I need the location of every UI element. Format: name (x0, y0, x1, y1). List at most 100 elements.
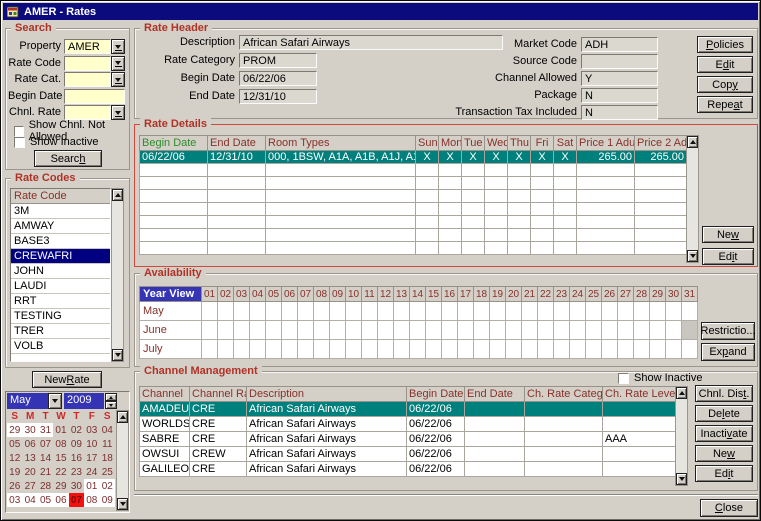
year-down-button[interactable] (105, 401, 117, 409)
availability-cell[interactable] (506, 302, 522, 321)
availability-cell[interactable] (218, 321, 234, 340)
availability-cell[interactable] (346, 302, 362, 321)
availability-cell[interactable] (650, 340, 666, 359)
availability-cell[interactable] (682, 302, 698, 321)
search-field-begin-date[interactable] (64, 89, 125, 104)
availability-cell[interactable] (282, 321, 298, 340)
channel-chnl-dist-button[interactable]: Chnl. Dist. (695, 385, 753, 402)
availability-cell[interactable] (394, 340, 410, 359)
rate-code-item-crewafri[interactable]: CREWAFRI (11, 249, 110, 264)
show-chnl-not-allowed-checkbox[interactable] (14, 126, 24, 137)
availability-cell[interactable] (234, 340, 250, 359)
search-field-chnl-rate[interactable] (64, 105, 111, 120)
availability-cell[interactable] (554, 302, 570, 321)
availability-cell[interactable] (602, 321, 618, 340)
edit-button[interactable]: Edit (697, 56, 753, 73)
rate-details-scrollbar[interactable] (686, 135, 699, 263)
calendar-day[interactable]: 09 (69, 437, 84, 451)
rate-header-field-end-date[interactable]: 12/31/10 (239, 89, 317, 104)
calendar-month-select[interactable]: May (7, 393, 48, 409)
availability-cell[interactable] (298, 302, 314, 321)
availability-cell[interactable] (314, 321, 330, 340)
calendar-day[interactable]: 19 (7, 465, 22, 479)
availability-cell[interactable] (490, 302, 506, 321)
year-up-button[interactable] (105, 393, 117, 401)
availability-cell[interactable] (250, 302, 266, 321)
availability-cell[interactable] (522, 340, 538, 359)
availability-cell[interactable] (650, 302, 666, 321)
rate-cat-lov-button[interactable] (111, 72, 125, 87)
calendar-day[interactable]: 12 (7, 451, 22, 465)
calendar-day[interactable]: 11 (100, 437, 115, 451)
calendar-day[interactable]: 22 (53, 465, 68, 479)
availability-cell[interactable] (634, 340, 650, 359)
availability-cell[interactable] (378, 302, 394, 321)
calendar-day[interactable]: 14 (38, 451, 53, 465)
search-button[interactable]: Search (34, 150, 102, 167)
availability-cell[interactable] (202, 302, 218, 321)
availability-cell[interactable] (618, 340, 634, 359)
availability-cell[interactable] (202, 340, 218, 359)
availability-cell[interactable] (234, 302, 250, 321)
availability-cell[interactable] (266, 321, 282, 340)
availability-cell[interactable] (442, 302, 458, 321)
availability-cell[interactable] (426, 340, 442, 359)
availability-cell[interactable] (458, 302, 474, 321)
availability-cell[interactable] (394, 302, 410, 321)
scroll-up-button[interactable] (676, 387, 687, 399)
search-field-rate-cat[interactable] (64, 72, 111, 87)
availability-cell[interactable] (490, 340, 506, 359)
availability-cell[interactable] (474, 321, 490, 340)
calendar-day[interactable]: 03 (7, 493, 22, 507)
availability-cell[interactable] (618, 321, 634, 340)
availability-cell[interactable] (266, 340, 282, 359)
availability-cell[interactable] (586, 340, 602, 359)
scroll-down-button[interactable] (676, 473, 687, 485)
scroll-down-button[interactable] (112, 349, 123, 361)
channel-scrollbar[interactable] (675, 386, 688, 486)
rate-details-row[interactable]: 06/22/0612/31/10000, 1BSW, A1A, A1B, A1J… (140, 151, 687, 164)
calendar-scroll-up[interactable] (117, 411, 128, 423)
new-rate-button[interactable]: New Rate (32, 371, 102, 388)
channel-edit-button[interactable]: Edit (695, 465, 753, 482)
calendar-day[interactable]: 07 (38, 437, 53, 451)
availability-cell[interactable] (298, 340, 314, 359)
rate-code-item-trer[interactable]: TRER (11, 324, 110, 339)
availability-cell[interactable] (298, 321, 314, 340)
availability-cell[interactable] (682, 321, 698, 340)
chnl-rate-lov-button[interactable] (111, 105, 125, 120)
channel-delete-button[interactable]: Delete (695, 405, 753, 422)
availability-cell[interactable] (218, 302, 234, 321)
channel-row-owsui[interactable]: OWSUICREWAfrican Safari Airways06/22/06 (140, 447, 676, 462)
availability-cell[interactable] (634, 321, 650, 340)
calendar-day[interactable]: 03 (84, 423, 99, 437)
property-lov-button[interactable] (111, 39, 125, 54)
availability-cell[interactable] (266, 302, 282, 321)
calendar-day[interactable]: 13 (22, 451, 37, 465)
calendar-day[interactable]: 05 (38, 493, 53, 507)
availability-cell[interactable] (378, 321, 394, 340)
calendar-day[interactable]: 23 (69, 465, 84, 479)
channel-inactivate-button[interactable]: Inactivate (695, 425, 753, 442)
availability-cell[interactable] (650, 321, 666, 340)
rate-code-item-3m[interactable]: 3M (11, 204, 110, 219)
calendar-year-field[interactable]: 2009 (64, 393, 104, 409)
availability-cell[interactable] (202, 321, 218, 340)
rate-header-field-rate-category[interactable]: PROM (239, 53, 317, 68)
availability-cell[interactable] (522, 321, 538, 340)
rate-details-empty-row[interactable] (140, 190, 687, 203)
channel-row-worldspa[interactable]: WORLDSPACREAfrican Safari Airways06/22/0… (140, 417, 676, 432)
availability-cell[interactable] (586, 321, 602, 340)
rate-code-item-amway[interactable]: AMWAY (11, 219, 110, 234)
availability-cell[interactable] (442, 321, 458, 340)
rate-header-field-transaction-tax-included[interactable]: N (581, 105, 658, 120)
availability-cell[interactable] (362, 302, 378, 321)
scroll-down-button[interactable] (687, 250, 698, 262)
rate-details-empty-row[interactable] (140, 203, 687, 216)
rate-code-scrollbar[interactable] (111, 188, 124, 362)
rate-header-field-package[interactable]: N (581, 88, 658, 103)
calendar-day[interactable]: 26 (7, 479, 22, 493)
calendar-day[interactable]: 15 (53, 451, 68, 465)
rate-details-empty-row[interactable] (140, 216, 687, 229)
calendar-day[interactable]: 27 (22, 479, 37, 493)
